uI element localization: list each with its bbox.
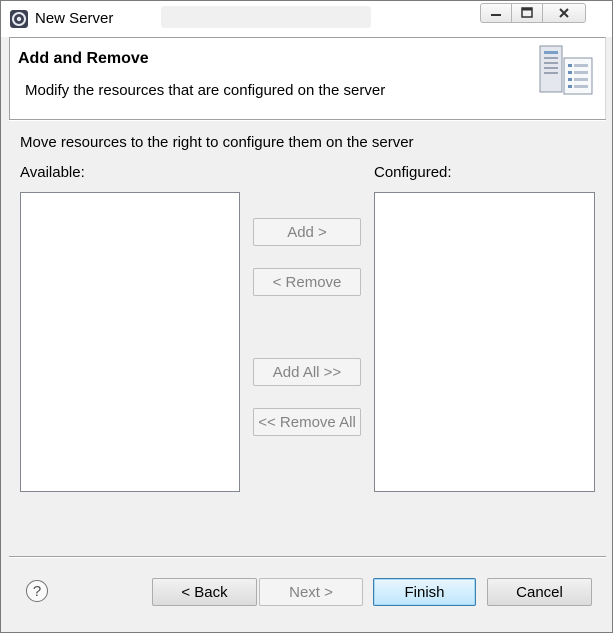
maximize-button[interactable]: [511, 3, 543, 23]
server-resources-icon: [539, 45, 593, 95]
add-button[interactable]: Add >: [253, 218, 361, 246]
wizard-header: Add and Remove Modify the resources that…: [9, 37, 606, 119]
maximize-icon: [521, 7, 533, 18]
title-bar[interactable]: New Server: [1, 1, 612, 37]
page-description: Modify the resources that are configured…: [25, 82, 386, 99]
new-server-dialog: New Server Add and Remove Modify the res…: [0, 0, 613, 633]
available-list[interactable]: [20, 192, 240, 492]
close-icon: [559, 8, 569, 18]
header-separator: [9, 119, 606, 121]
close-button[interactable]: [542, 3, 586, 23]
window-title: New Server: [35, 10, 114, 27]
footer-separator: [9, 556, 606, 558]
remove-button[interactable]: < Remove: [253, 268, 361, 296]
background-blur: [161, 6, 371, 28]
finish-button[interactable]: Finish: [373, 578, 476, 606]
back-button[interactable]: < Back: [152, 578, 257, 606]
help-icon[interactable]: ?: [26, 580, 48, 602]
instruction-message: Move resources to the right to configure…: [20, 134, 414, 151]
eclipse-server-icon: [10, 10, 28, 28]
minimize-button[interactable]: [480, 3, 512, 23]
minimize-icon: [491, 14, 501, 16]
help-glyph: ?: [32, 582, 42, 600]
add-all-button[interactable]: Add All >>: [253, 358, 361, 386]
remove-all-button[interactable]: << Remove All: [253, 408, 361, 436]
page-title: Add and Remove: [18, 50, 149, 67]
next-button[interactable]: Next >: [259, 578, 363, 606]
cancel-button[interactable]: Cancel: [487, 578, 592, 606]
available-label: Available:: [20, 164, 85, 181]
configured-list[interactable]: [374, 192, 595, 492]
configured-label: Configured:: [374, 164, 452, 181]
